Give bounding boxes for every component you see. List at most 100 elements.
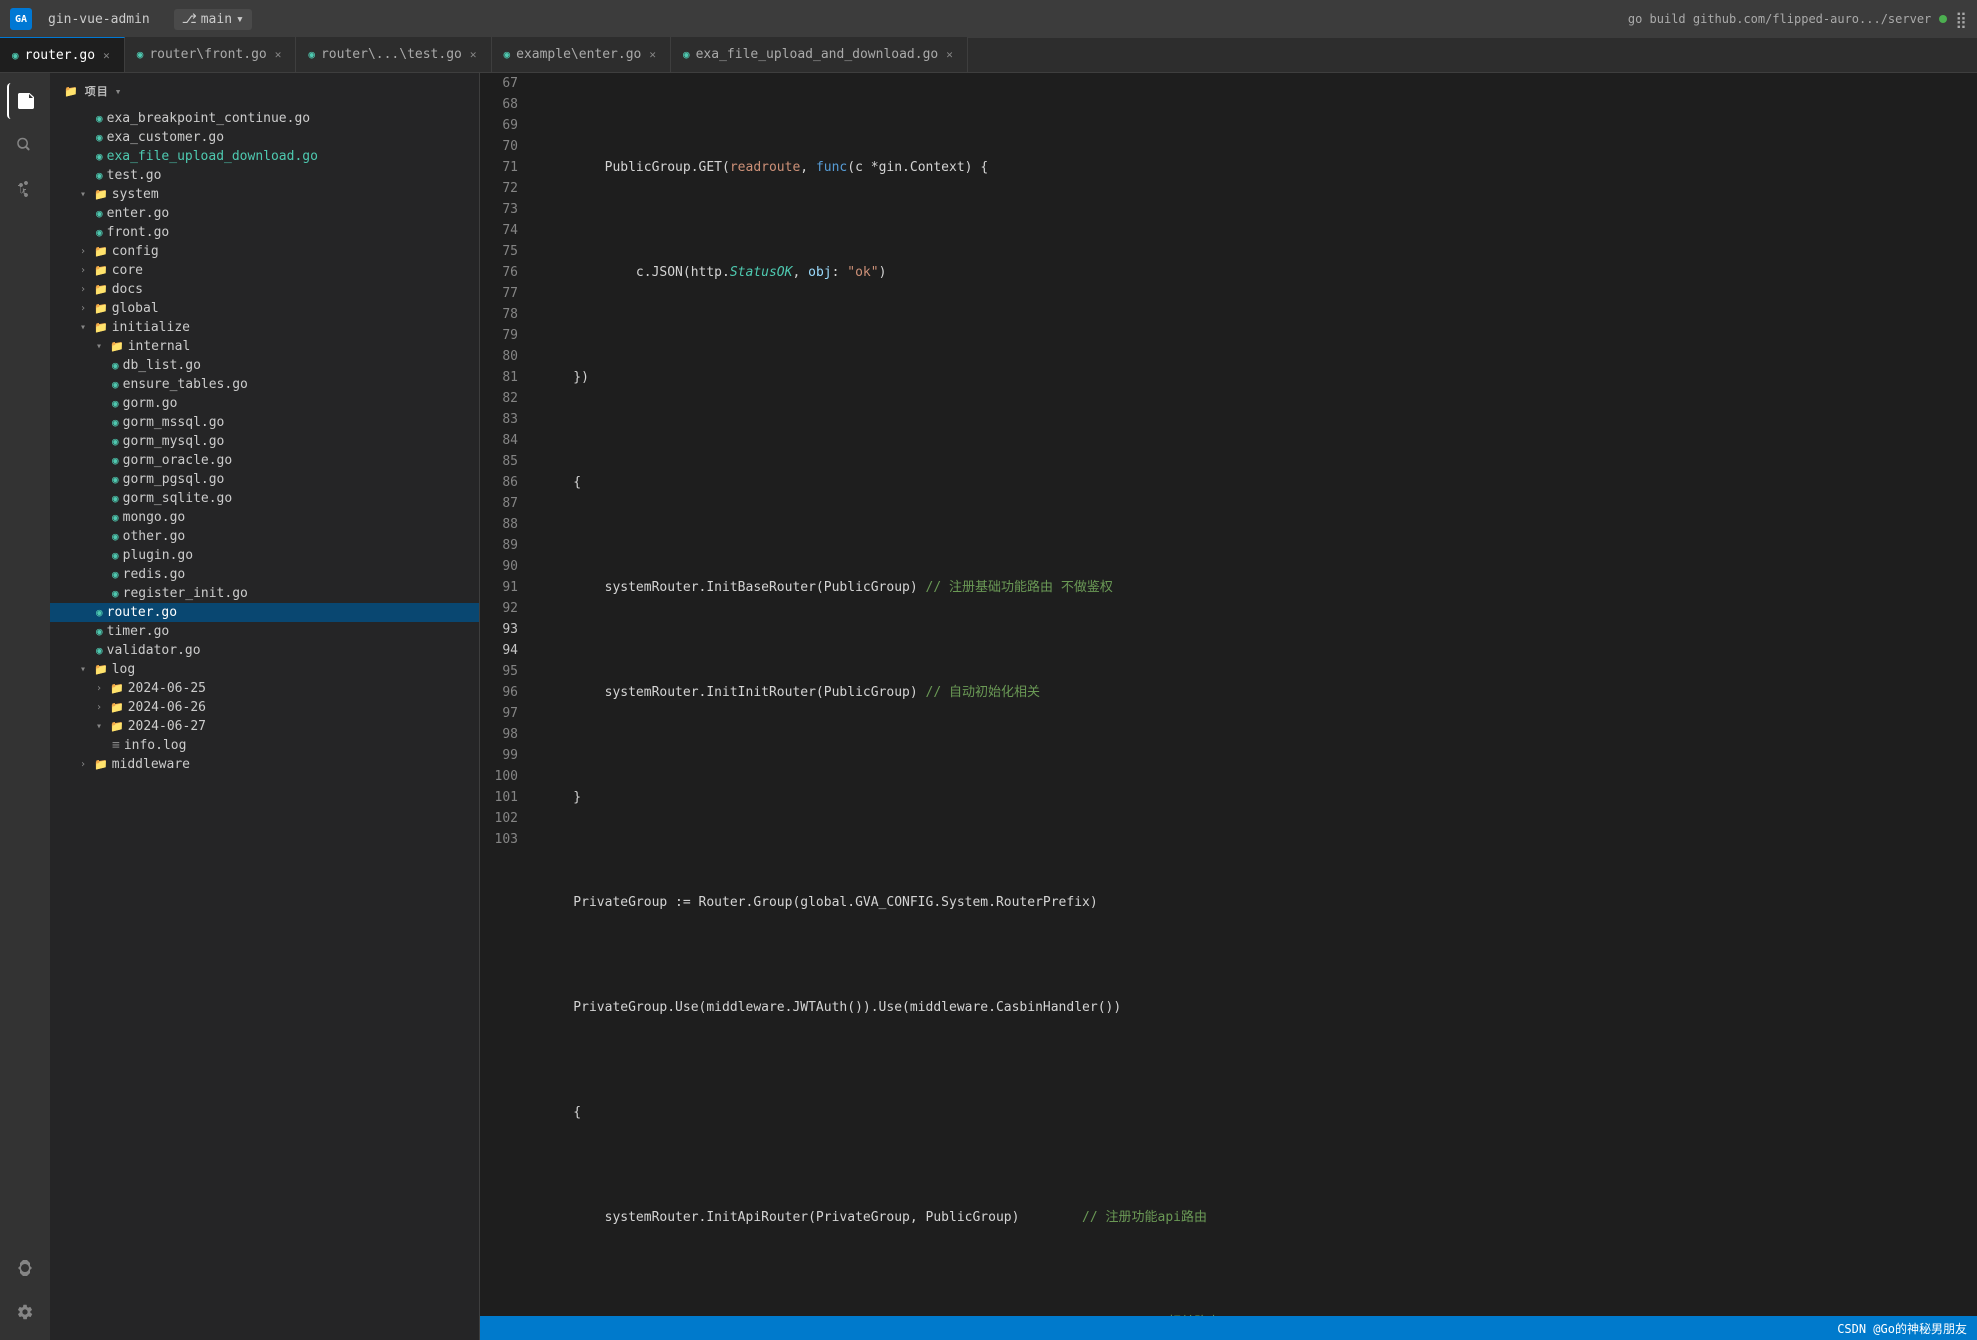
tab-label: example\enter.go <box>516 47 641 62</box>
tab-router-test-go[interactable]: ◉ router\...\test.go ✕ <box>296 37 491 72</box>
tab-example-enter-go[interactable]: ◉ example\enter.go ✕ <box>492 37 671 72</box>
go-file-icon: ◉ <box>96 644 103 657</box>
folder-name: system <box>112 187 159 202</box>
tab-router-go[interactable]: ◉ router.go ✕ <box>0 37 125 72</box>
go-file-icon: ◉ <box>96 169 103 182</box>
log-file-icon: ≡ <box>112 738 120 753</box>
line-num: 70 <box>480 136 518 157</box>
file-gorm-sqlite[interactable]: ◉ gorm_sqlite.go <box>50 489 479 508</box>
file-exa-customer[interactable]: ◉ exa_customer.go <box>50 128 479 147</box>
expand-arrow: › <box>80 303 90 314</box>
go-file-icon: ◉ <box>112 397 119 410</box>
file-router-go[interactable]: ◉ router.go <box>50 603 479 622</box>
folder-global[interactable]: › 📁 global <box>50 299 479 318</box>
file-gorm-mysql[interactable]: ◉ gorm_mysql.go <box>50 432 479 451</box>
sidebar-tree: ◉ exa_breakpoint_continue.go ◉ exa_custo… <box>50 109 479 1340</box>
file-gorm-pgsql[interactable]: ◉ gorm_pgsql.go <box>50 470 479 489</box>
file-timer[interactable]: ◉ timer.go <box>50 622 479 641</box>
file-test-go[interactable]: ◉ test.go <box>50 166 479 185</box>
settings-icon[interactable] <box>7 1294 43 1330</box>
tab-label: exa_file_upload_and_download.go <box>696 47 939 62</box>
tab-close-button[interactable]: ✕ <box>101 47 112 64</box>
file-gorm-mssql[interactable]: ◉ gorm_mssql.go <box>50 413 479 432</box>
file-gorm[interactable]: ◉ gorm.go <box>50 394 479 413</box>
folder-icon: 📁 <box>94 758 108 771</box>
folder-icon: 📁 <box>64 85 79 98</box>
line-num: 99 <box>480 745 518 766</box>
tab-exa-file-upload[interactable]: ◉ exa_file_upload_and_download.go ✕ <box>671 37 968 72</box>
file-redis[interactable]: ◉ redis.go <box>50 565 479 584</box>
line-num: 92 <box>480 598 518 619</box>
folder-2024-06-26[interactable]: › 📁 2024-06-26 <box>50 698 479 717</box>
file-register-init[interactable]: ◉ register_init.go <box>50 584 479 603</box>
file-name: gorm_sqlite.go <box>123 491 233 506</box>
folder-icon: 📁 <box>94 663 108 676</box>
line-num: 103 <box>480 829 518 850</box>
go-file-icon: ◉ <box>112 492 119 505</box>
line-num: 83 <box>480 409 518 430</box>
tab-router-front-go[interactable]: ◉ router\front.go ✕ <box>125 37 297 72</box>
file-plugin[interactable]: ◉ plugin.go <box>50 546 479 565</box>
code-editor[interactable]: 67 68 69 70 71 72 73 74 75 76 77 78 79 8… <box>480 73 1977 1316</box>
folder-initialize[interactable]: ▾ 📁 initialize <box>50 318 479 337</box>
branch-selector[interactable]: ⎇ main ▾ <box>174 9 252 30</box>
file-gorm-oracle[interactable]: ◉ gorm_oracle.go <box>50 451 479 470</box>
code-line-70: { <box>538 472 1977 493</box>
go-file-icon: ◉ <box>96 625 103 638</box>
file-info-log[interactable]: ≡ info.log <box>50 736 479 755</box>
search-icon[interactable] <box>7 127 43 163</box>
line-num: 71 <box>480 157 518 178</box>
folder-name: log <box>112 662 135 677</box>
file-enter-go[interactable]: ◉ enter.go <box>50 204 479 223</box>
expand-arrow: › <box>80 246 90 257</box>
folder-config[interactable]: › 📁 config <box>50 242 479 261</box>
file-exa-file-upload[interactable]: ◉ exa_file_upload_download.go <box>50 147 479 166</box>
tab-close-button[interactable]: ✕ <box>647 46 658 63</box>
code-line-75: PrivateGroup.Use(middleware.JWTAuth()).U… <box>538 997 1977 1018</box>
line-num: 93 <box>480 619 518 640</box>
tab-close-button[interactable]: ✕ <box>944 46 955 63</box>
menu-item-appname[interactable]: gin-vue-admin <box>40 8 158 31</box>
extensions-icon[interactable] <box>7 1250 43 1286</box>
folder-2024-06-27[interactable]: ▾ 📁 2024-06-27 <box>50 717 479 736</box>
line-num: 84 <box>480 430 518 451</box>
line-num: 96 <box>480 682 518 703</box>
line-num: 88 <box>480 514 518 535</box>
file-other[interactable]: ◉ other.go <box>50 527 479 546</box>
file-db-list[interactable]: ◉ db_list.go <box>50 356 479 375</box>
file-exa-breakpoint[interactable]: ◉ exa_breakpoint_continue.go <box>50 109 479 128</box>
expand-arrow: ▾ <box>80 664 90 675</box>
code-line-67: PublicGroup.GET(readroute, func(c *gin.C… <box>538 157 1977 178</box>
folder-system[interactable]: ▾ 📁 system <box>50 185 479 204</box>
file-validator[interactable]: ◉ validator.go <box>50 641 479 660</box>
file-icon: ◉ <box>504 48 511 61</box>
source-control-icon[interactable] <box>7 171 43 207</box>
file-name: front.go <box>107 225 170 240</box>
folder-internal[interactable]: ▾ 📁 internal <box>50 337 479 356</box>
line-num: 81 <box>480 367 518 388</box>
line-num: 100 <box>480 766 518 787</box>
expand-arrow: ▾ <box>80 189 90 200</box>
go-file-icon: ◉ <box>112 587 119 600</box>
folder-core[interactable]: › 📁 core <box>50 261 479 280</box>
line-num: 79 <box>480 325 518 346</box>
folder-docs[interactable]: › 📁 docs <box>50 280 479 299</box>
file-front-go[interactable]: ◉ front.go <box>50 223 479 242</box>
folder-middleware[interactable]: › 📁 middleware <box>50 755 479 774</box>
explorer-icon[interactable] <box>7 83 43 119</box>
code-line-73: } <box>538 787 1977 808</box>
folder-icon: 📁 <box>94 188 108 201</box>
folder-log[interactable]: ▾ 📁 log <box>50 660 479 679</box>
tab-close-button[interactable]: ✕ <box>273 46 284 63</box>
file-mongo[interactable]: ◉ mongo.go <box>50 508 479 527</box>
tab-close-button[interactable]: ✕ <box>468 46 479 63</box>
file-name: gorm.go <box>123 396 178 411</box>
line-num: 75 <box>480 241 518 262</box>
file-ensure-tables[interactable]: ◉ ensure_tables.go <box>50 375 479 394</box>
folder-2024-06-25[interactable]: › 📁 2024-06-25 <box>50 679 479 698</box>
file-name: gorm_mysql.go <box>123 434 225 449</box>
folder-icon: 📁 <box>110 720 124 733</box>
line-num: 82 <box>480 388 518 409</box>
sidebar: 📁 项目 ▾ ◉ exa_breakpoint_continue.go ◉ ex… <box>50 73 480 1340</box>
file-name: gorm_oracle.go <box>123 453 233 468</box>
